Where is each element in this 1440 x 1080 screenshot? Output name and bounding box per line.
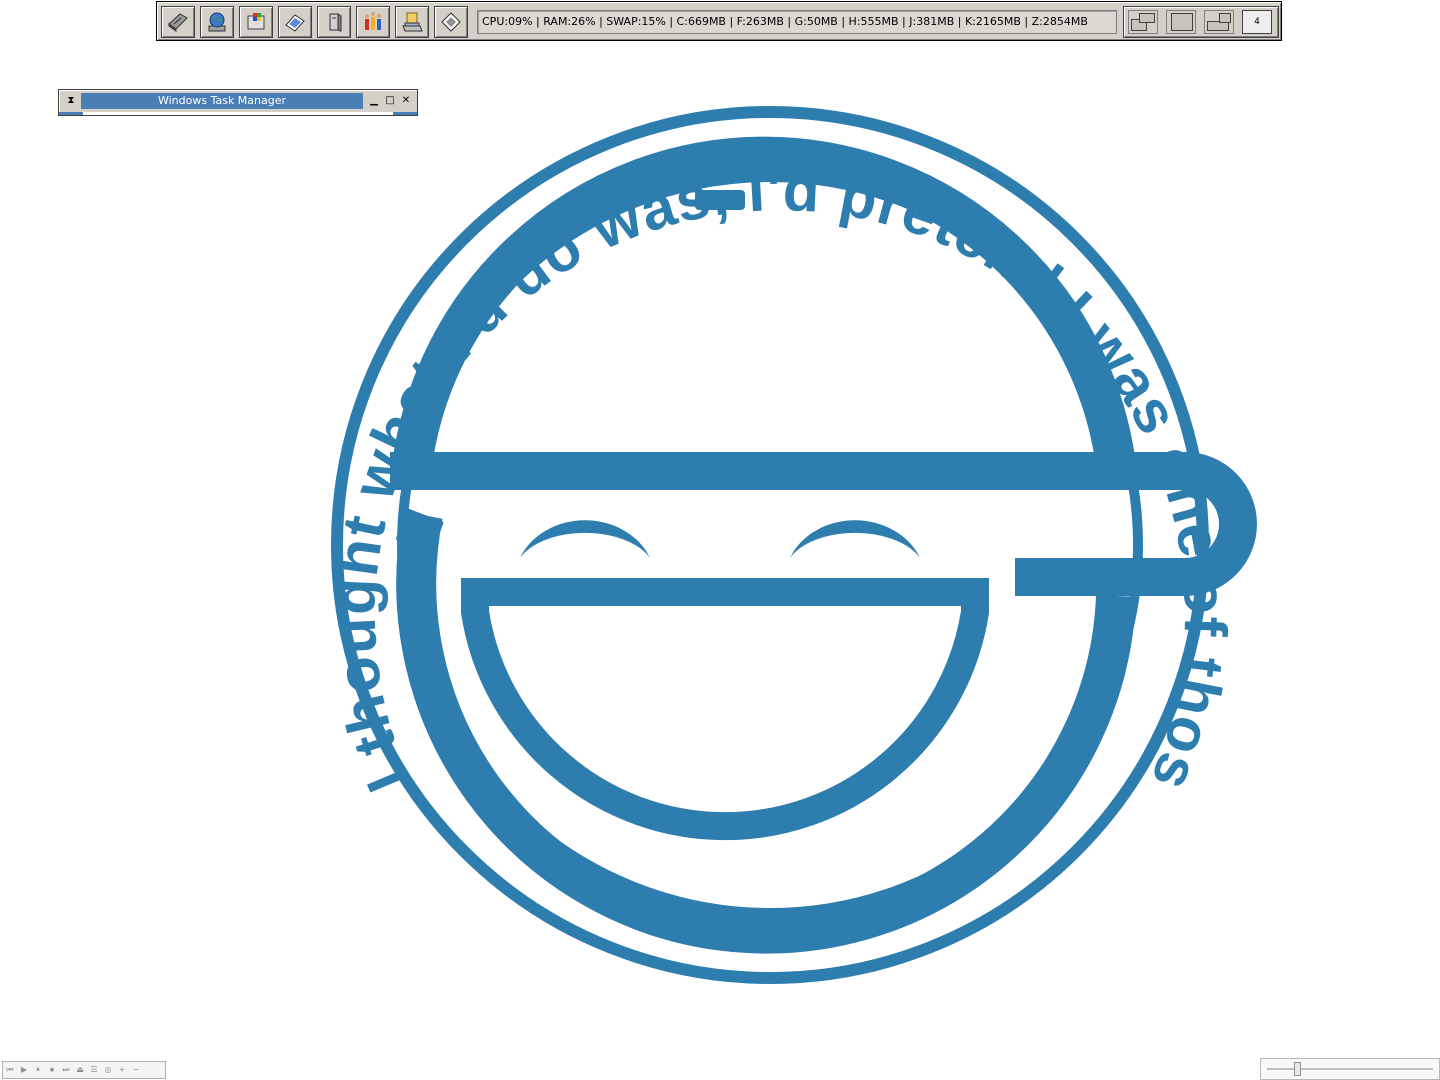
right-eye bbox=[790, 520, 920, 558]
repeat-button[interactable]: ◎ bbox=[101, 1063, 115, 1077]
top-toolbar: CPU:09% | RAM:26% | SWAP:15% | C:669MB |… bbox=[156, 1, 1282, 41]
launcher-globe-button[interactable] bbox=[200, 6, 234, 38]
system-stats-readout: CPU:09% | RAM:26% | SWAP:15% | C:669MB |… bbox=[477, 10, 1117, 34]
stop-button[interactable]: ⏹ bbox=[45, 1063, 59, 1077]
playlist-button[interactable]: ☰ bbox=[87, 1063, 101, 1077]
pager-desktop-2[interactable] bbox=[1166, 10, 1196, 34]
mouth bbox=[461, 578, 989, 841]
launcher-hard-drive-button[interactable] bbox=[161, 6, 195, 38]
pager-desktop-4[interactable]: 4 bbox=[1242, 10, 1272, 34]
previous-track-button[interactable]: ⏮ bbox=[3, 1063, 17, 1077]
pager-window bbox=[1219, 13, 1231, 23]
eject-button[interactable]: ⏏ bbox=[73, 1063, 87, 1077]
laughing-man-logo: I thought what I'd do was, I'd pretend I… bbox=[270, 100, 1257, 984]
volume-up-button[interactable]: + bbox=[115, 1063, 129, 1077]
pager-desktop-1[interactable] bbox=[1128, 10, 1158, 34]
pager-current-label: 4 bbox=[1254, 17, 1260, 27]
cap-visor bbox=[390, 452, 1257, 596]
pause-button[interactable]: ⏸ bbox=[31, 1063, 45, 1077]
launcher-notepad-button[interactable] bbox=[278, 6, 312, 38]
launcher-users-button[interactable] bbox=[356, 6, 390, 38]
hard-drive-icon bbox=[168, 13, 188, 32]
left-eye bbox=[520, 520, 650, 558]
pager-window bbox=[1139, 13, 1155, 23]
launcher-desktop-button[interactable] bbox=[395, 6, 429, 38]
pager-window bbox=[1171, 13, 1193, 31]
seek-slider[interactable] bbox=[1260, 1058, 1440, 1080]
pager-desktop-3[interactable] bbox=[1204, 10, 1234, 34]
slider-track[interactable] bbox=[1267, 1068, 1433, 1070]
launcher-windows-button[interactable] bbox=[239, 6, 273, 38]
globe-network-icon bbox=[208, 12, 226, 32]
media-player-icon bbox=[441, 12, 461, 32]
next-track-button[interactable]: ⏭ bbox=[59, 1063, 73, 1077]
volume-down-button[interactable]: − bbox=[129, 1063, 143, 1077]
notepad-icon bbox=[285, 14, 305, 32]
users-group-icon bbox=[365, 12, 381, 30]
outer-ring bbox=[331, 106, 1209, 984]
play-button[interactable]: ▶ bbox=[17, 1063, 31, 1077]
desktop-folder-icon bbox=[402, 12, 423, 32]
media-controls-bar: ⏮ ▶ ⏸ ⏹ ⏭ ⏏ ☰ ◎ + − bbox=[2, 1061, 166, 1079]
launcher-media-button[interactable] bbox=[434, 6, 468, 38]
cap-knob bbox=[695, 190, 745, 210]
desktop-pager: 4 bbox=[1123, 6, 1279, 38]
computer-case-icon bbox=[329, 13, 342, 32]
launcher-computer-button[interactable] bbox=[317, 6, 351, 38]
slider-thumb[interactable] bbox=[1294, 1062, 1302, 1076]
windows-flag-icon bbox=[247, 13, 265, 30]
window-menu-icon[interactable]: ⧗ bbox=[65, 95, 77, 107]
